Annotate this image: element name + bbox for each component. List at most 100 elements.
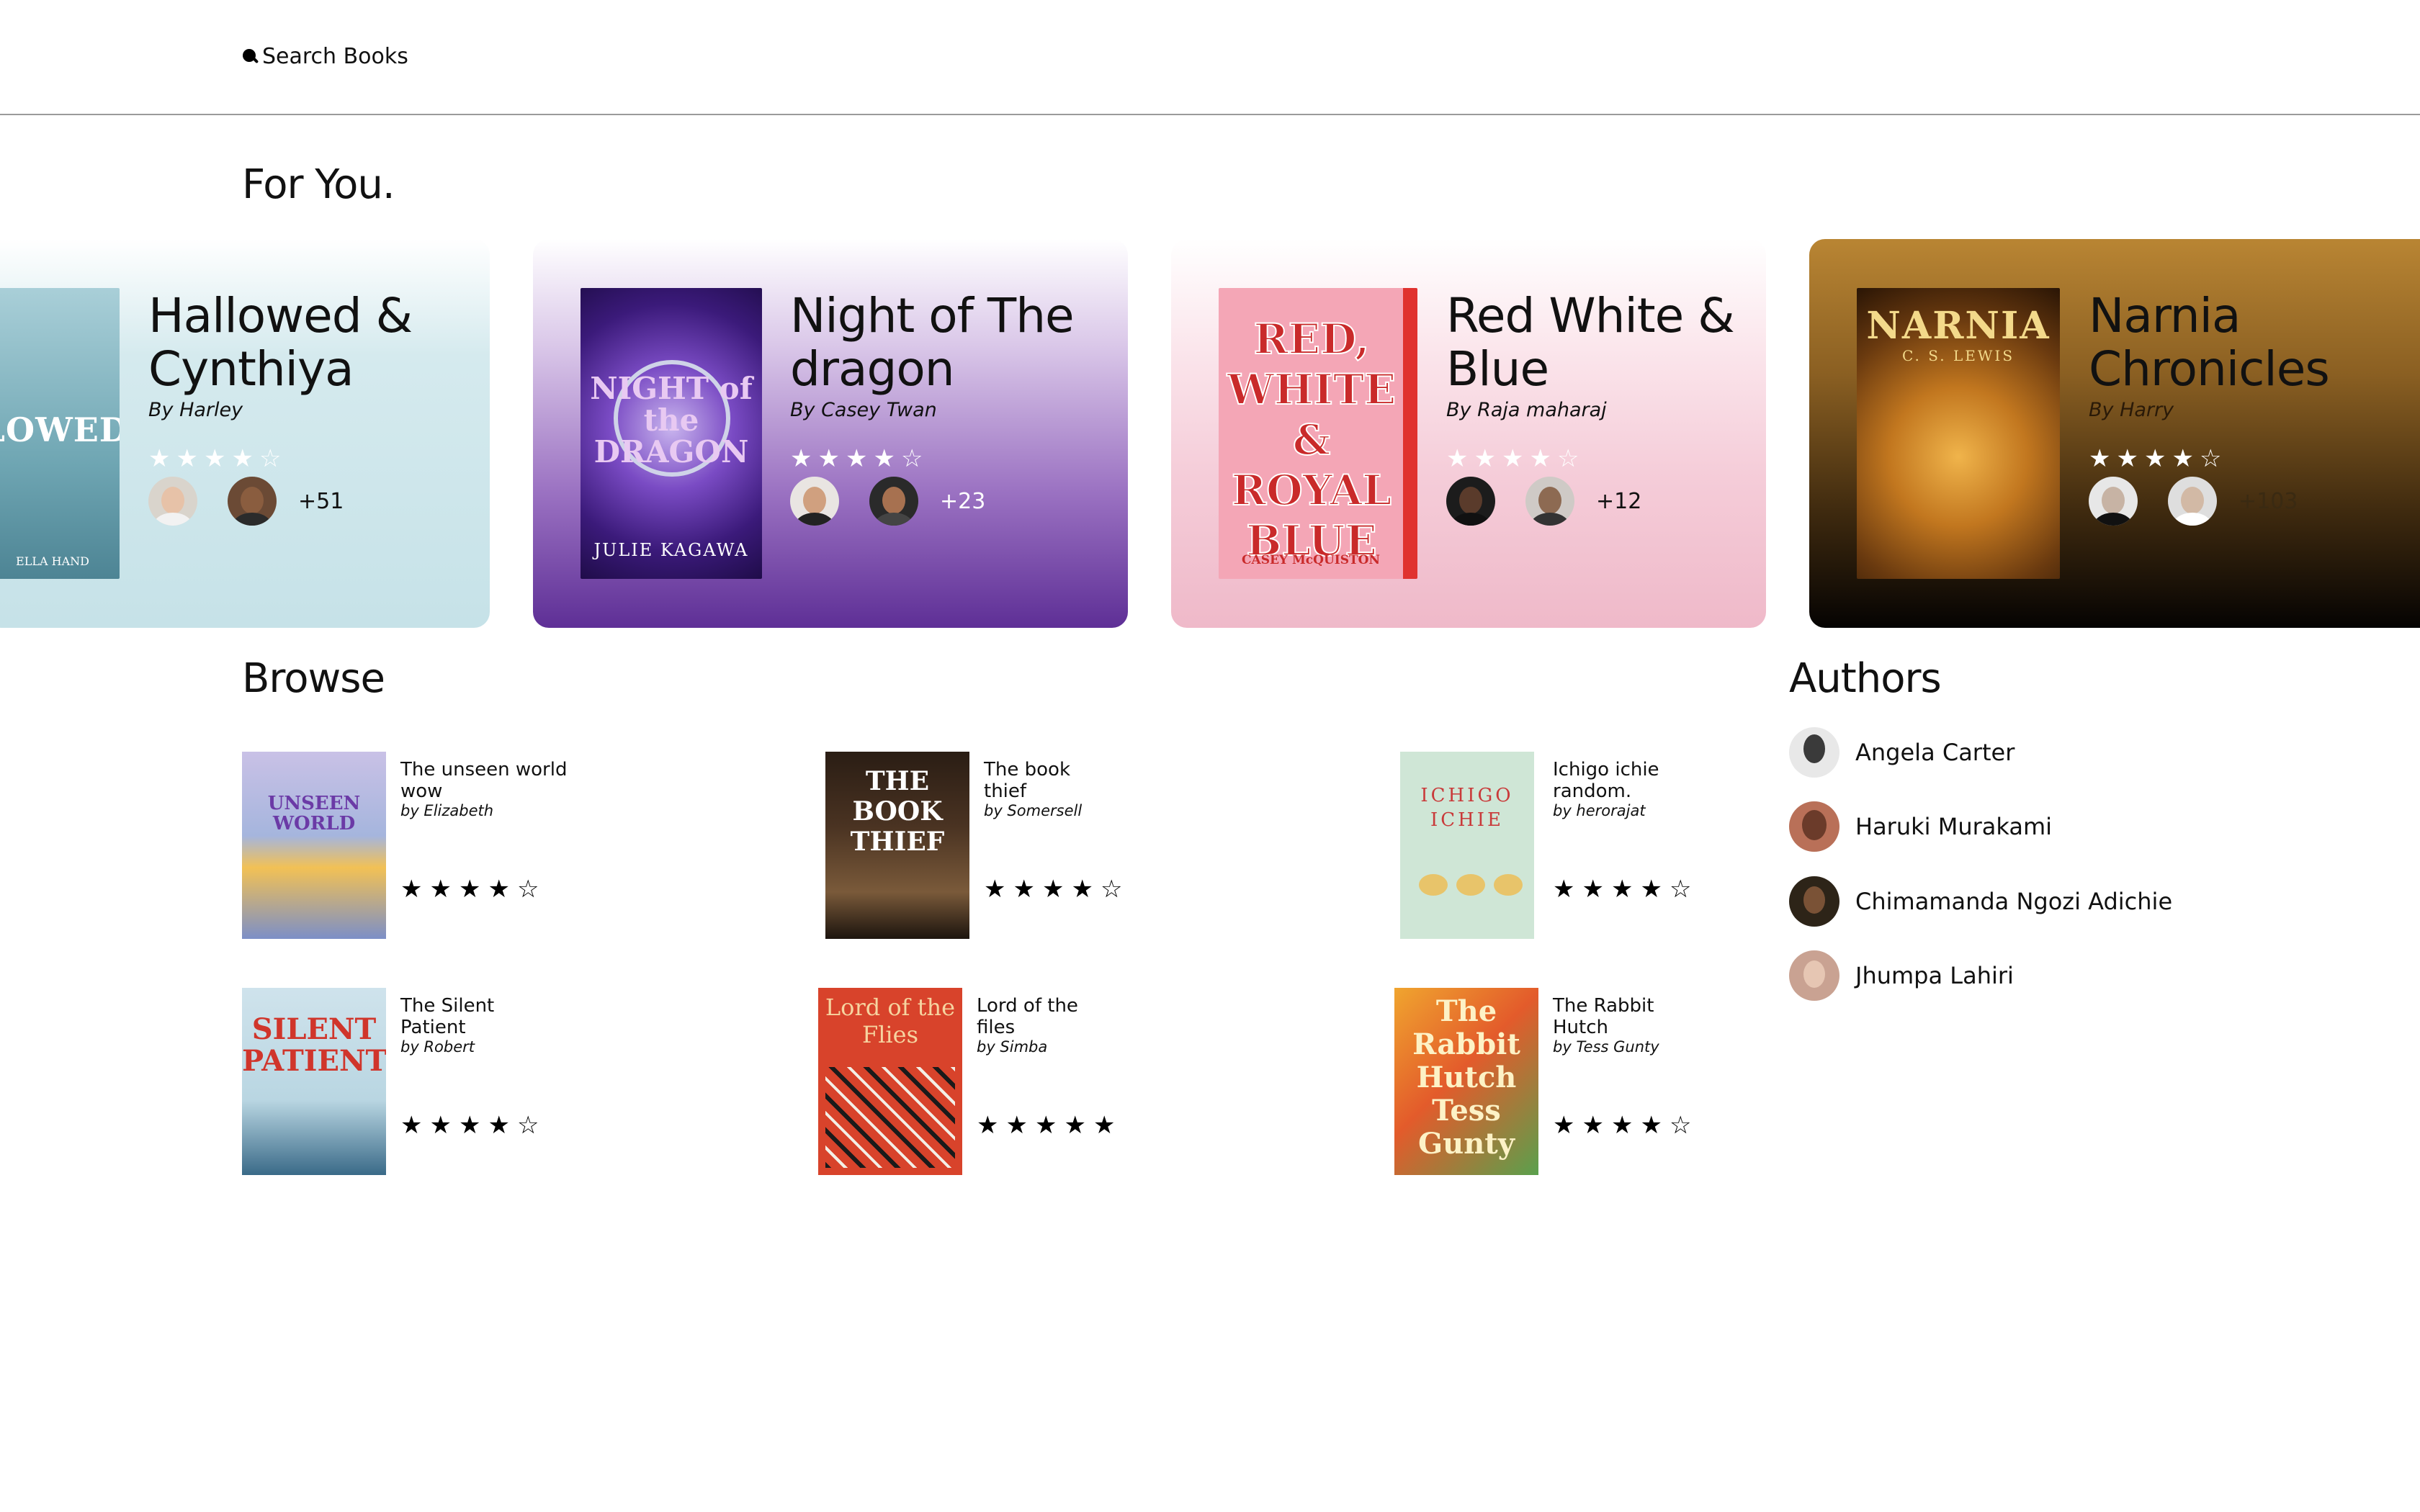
browse-item-rabbit-hutch[interactable]: The Rabbit Hutch Tess Gunty The Rabbit H… xyxy=(1394,988,1769,1175)
reader-count: +51 xyxy=(298,488,344,514)
star-icon: ★ xyxy=(429,875,452,904)
card-author: By Harry xyxy=(2089,399,2174,421)
star-icon: ★ xyxy=(1064,1111,1086,1140)
browse-author: by Elizabeth xyxy=(400,802,494,819)
author-avatar xyxy=(1789,801,1839,852)
book-cover: RED, WHITE & ROYAL BLUE CASEY McQUISTON xyxy=(1219,288,1417,579)
star-icon: ★ xyxy=(1446,444,1469,473)
reader-avatars: +103 xyxy=(2089,477,2298,526)
search-label: Search Books xyxy=(262,43,408,69)
rating-stars: ★ ★ ★ ★ ☆ xyxy=(984,877,1122,901)
authors-heading: Authors xyxy=(1789,655,1942,702)
star-icon: ★ xyxy=(1582,875,1604,904)
avatar xyxy=(2089,477,2138,526)
star-icon: ★ xyxy=(1553,875,1575,904)
star-icon: ★ xyxy=(2089,444,2111,473)
browse-author: by Simba xyxy=(977,1038,1048,1056)
author-name: Jhumpa Lahiri xyxy=(1855,962,2014,989)
star-icon: ★ xyxy=(817,444,840,473)
browse-title: The Silent Patient xyxy=(400,995,495,1038)
star-outline-icon: ☆ xyxy=(516,1111,539,1140)
browse-item-unseen-world[interactable]: UNSEEN WORLD The unseen world wow by Eli… xyxy=(242,752,617,939)
book-cover: UNSEEN WORLD xyxy=(242,752,386,939)
avatar xyxy=(148,477,197,526)
author-item-chimamanda-ngozi-adichie[interactable]: Chimamanda Ngozi Adichie xyxy=(1789,876,2172,927)
author-avatar xyxy=(1789,950,1839,1001)
reader-count: +23 xyxy=(940,488,986,514)
rating-stars: ★ ★ ★ ★ ☆ xyxy=(1553,877,1691,901)
reader-avatars: +23 xyxy=(790,477,985,526)
author-name: Angela Carter xyxy=(1855,739,2015,766)
star-icon: ★ xyxy=(148,444,171,473)
avatar xyxy=(1525,477,1574,526)
author-item-angela-carter[interactable]: Angela Carter xyxy=(1789,727,2015,778)
rating-stars: ★ ★ ★ ★ ☆ xyxy=(2089,446,2221,471)
search-button[interactable]: Search Books xyxy=(242,42,408,71)
for-you-card-red-white-blue[interactable]: RED, WHITE & ROYAL BLUE CASEY McQUISTON … xyxy=(1171,239,1766,628)
for-you-card-narnia[interactable]: NARNIA C. S. LEWIS Narnia Chronicles By … xyxy=(1809,239,2420,628)
avatar xyxy=(869,477,918,526)
reader-avatars: +12 xyxy=(1446,477,1641,526)
star-icon: ★ xyxy=(488,875,510,904)
card-title: Red White & Blue xyxy=(1446,288,1735,397)
card-author: By Harley xyxy=(148,399,243,421)
star-icon: ★ xyxy=(458,875,481,904)
star-icon: ★ xyxy=(1041,875,1065,904)
browse-author: by herorajat xyxy=(1553,802,1646,819)
star-icon: ★ xyxy=(203,444,226,473)
author-item-haruki-murakami[interactable]: Haruki Murakami xyxy=(1789,801,2052,852)
star-icon: ★ xyxy=(1093,1111,1116,1140)
for-you-card-night-dragon[interactable]: NIGHT of the DRAGON JULIE KAGAWA Night o… xyxy=(533,239,1128,628)
star-icon: ★ xyxy=(1553,1111,1575,1140)
browse-title: The book thief xyxy=(984,759,1070,802)
browse-author: by Tess Gunty xyxy=(1553,1038,1659,1056)
star-outline-icon: ☆ xyxy=(2199,444,2222,473)
author-name: Chimamanda Ngozi Adichie xyxy=(1855,888,2173,915)
author-avatar xyxy=(1789,876,1839,927)
book-cover: THE BOOK THIEF xyxy=(825,752,969,939)
star-icon: ★ xyxy=(977,1111,999,1140)
browse-item-book-thief[interactable]: THE BOOK THIEF The book thief by Somerse… xyxy=(825,752,1200,939)
top-bar: Search Books xyxy=(0,0,2420,115)
rating-stars: ★ ★ ★ ★ ★ xyxy=(977,1113,1115,1138)
browse-title: Ichigo ichie random. xyxy=(1553,759,1659,802)
star-icon: ★ xyxy=(458,1111,481,1140)
star-icon: ★ xyxy=(1034,1111,1057,1140)
star-icon: ★ xyxy=(1640,875,1662,904)
rating-stars: ★ ★ ★ ★ ☆ xyxy=(400,877,539,901)
rating-stars: ★ ★ ★ ★ ☆ xyxy=(790,446,923,471)
star-icon: ★ xyxy=(1501,444,1524,473)
browse-author: by Somersell xyxy=(984,802,1083,819)
star-icon: ★ xyxy=(984,875,1006,904)
rating-stars: ★ ★ ★ ★ ☆ xyxy=(148,446,281,471)
reader-avatars: +51 xyxy=(148,477,344,526)
author-name: Haruki Murakami xyxy=(1855,813,2052,840)
browse-heading: Browse xyxy=(242,655,385,702)
browse-item-ichigo-ichie[interactable]: ICHIGO ICHIE Ichigo ichie random. by her… xyxy=(1400,752,1775,939)
for-you-card-hallowed[interactable]: LLOWED ELLA HAND Hallowed & Cynthiya By … xyxy=(0,239,490,628)
book-cover: LLOWED ELLA HAND xyxy=(0,288,120,579)
star-outline-icon: ☆ xyxy=(1100,875,1123,904)
star-icon: ★ xyxy=(1071,875,1093,904)
star-icon: ★ xyxy=(231,444,254,473)
for-you-heading: For You. xyxy=(242,161,395,208)
author-item-jhumpa-lahiri[interactable]: Jhumpa Lahiri xyxy=(1789,950,2014,1001)
avatar xyxy=(1446,477,1495,526)
star-icon: ★ xyxy=(1640,1111,1662,1140)
browse-item-lord-of-the-flies[interactable]: Lord of the Flies Lord of the files by S… xyxy=(818,988,1193,1175)
star-outline-icon: ☆ xyxy=(1669,1111,1692,1140)
star-icon: ★ xyxy=(1474,444,1496,473)
star-icon: ★ xyxy=(1610,1111,1634,1140)
avatar xyxy=(2168,477,2217,526)
book-cover: NARNIA C. S. LEWIS xyxy=(1857,288,2060,579)
card-title: Hallowed & Cynthiya xyxy=(148,288,413,397)
star-outline-icon: ☆ xyxy=(900,444,923,473)
browse-item-silent-patient[interactable]: SILENT PATIENT The Silent Patient by Rob… xyxy=(242,988,617,1175)
browse-title: Lord of the files xyxy=(977,995,1078,1038)
star-icon: ★ xyxy=(1013,875,1035,904)
reader-count: +12 xyxy=(1596,488,1642,514)
star-icon: ★ xyxy=(790,444,812,473)
rating-stars: ★ ★ ★ ★ ☆ xyxy=(1553,1113,1691,1138)
star-icon: ★ xyxy=(1582,1111,1604,1140)
star-icon: ★ xyxy=(2143,444,2166,473)
